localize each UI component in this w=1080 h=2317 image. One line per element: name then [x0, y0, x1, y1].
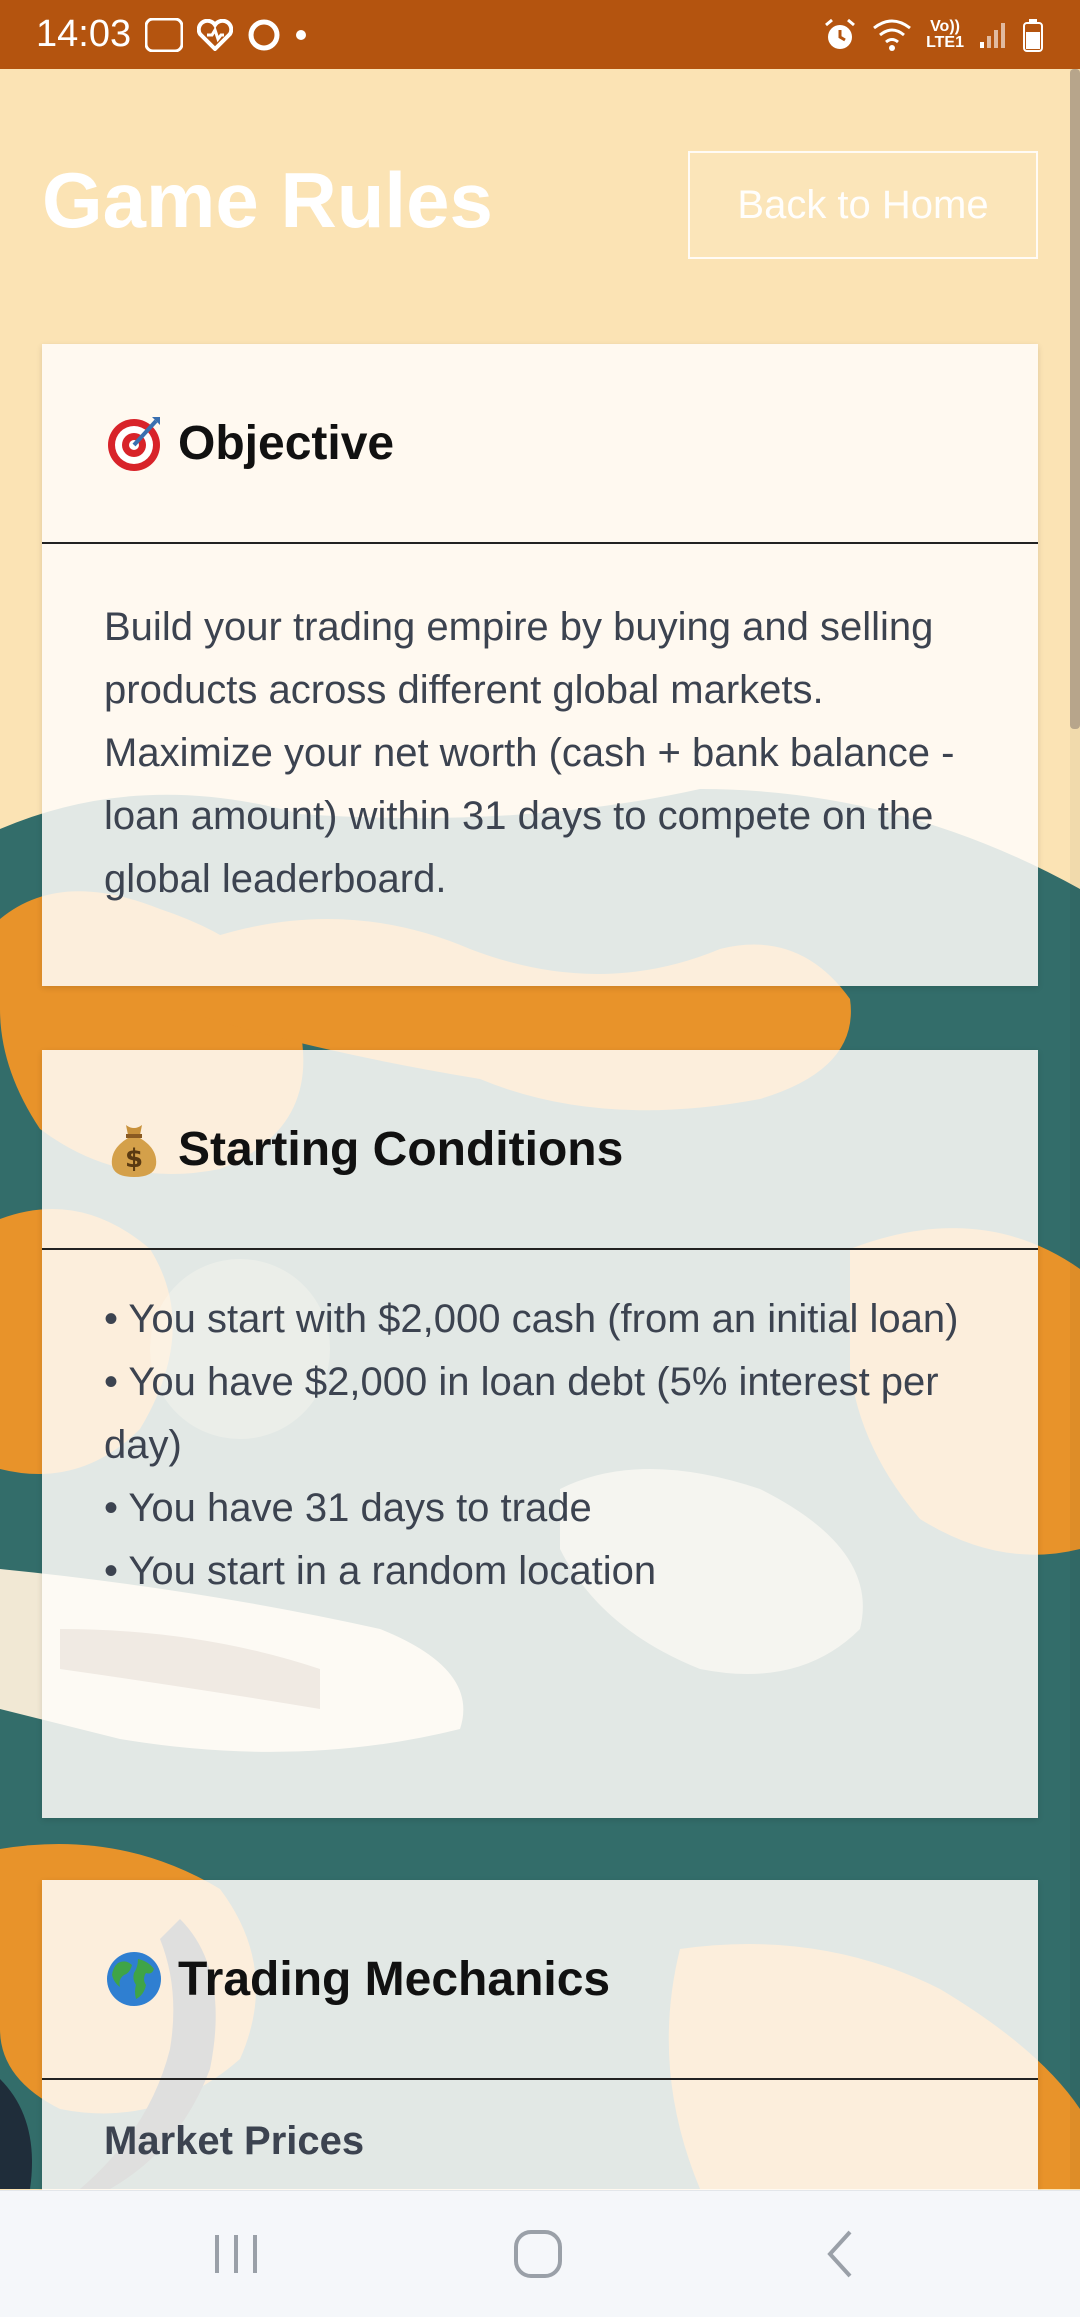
list-item: • You start with $2,000 cash (from an in… [104, 1297, 959, 1341]
back-to-home-button[interactable]: Back to Home [688, 151, 1038, 259]
dot-indicator [295, 29, 307, 41]
page-title: Game Rules [42, 156, 493, 244]
back-icon [827, 2230, 852, 2278]
home-icon [514, 2230, 562, 2278]
objective-text: Build your trading empire by buying and … [104, 605, 955, 901]
trading-mechanics-header: Trading Mechanics [42, 1880, 1038, 2080]
alarm-icon [822, 17, 858, 53]
globe-icon [107, 1952, 161, 2006]
target-icon [108, 417, 160, 471]
volte-icon: Vo)) LTE1 [926, 17, 964, 51]
signal-icon [978, 20, 1008, 50]
starting-conditions-body: • You start with $2,000 cash (from an in… [42, 1250, 1038, 1643]
objective-title: Objective [178, 416, 395, 470]
status-time: 14:03 [36, 13, 132, 55]
back-button[interactable] [760, 2191, 920, 2317]
scrollbar-thumb[interactable] [1070, 69, 1080, 729]
recent-apps-button[interactable] [156, 2191, 316, 2317]
wifi-icon [872, 18, 912, 52]
money-bag-icon: $ [111, 1125, 157, 1177]
volte-label-bottom: LTE1 [926, 33, 964, 51]
starting-conditions-card: $ Starting Conditions • You start with $… [42, 1050, 1038, 1818]
system-navigation-bar [0, 2190, 1080, 2317]
ring-icon [145, 17, 184, 52]
svg-text:$: $ [125, 1144, 143, 1174]
list-item: • You have $2,000 in loan debt (5% inter… [104, 1360, 939, 1467]
home-button[interactable] [458, 2191, 618, 2317]
status-bar: 14:03 Vo)) LTE1 [0, 0, 1080, 69]
market-prices-subheading: Market Prices [104, 2119, 365, 2163]
objective-card: Objective Build your trading empire by b… [42, 344, 1038, 986]
heart-app-icon [197, 18, 234, 51]
objective-body: Build your trading empire by buying and … [42, 544, 1038, 951]
objective-card-header: Objective [42, 344, 1038, 544]
trading-mechanics-title: Trading Mechanics [178, 1952, 611, 2006]
volte-label-top: Vo)) [930, 17, 960, 35]
starting-conditions-title: Starting Conditions [178, 1122, 624, 1176]
list-item: • You have 31 days to trade [104, 1486, 592, 1530]
circle-app-icon [247, 18, 281, 52]
list-item: • You start in a random location [104, 1549, 657, 1593]
starting-conditions-header: $ Starting Conditions [42, 1050, 1038, 1250]
battery-icon [1022, 18, 1044, 52]
recent-apps-icon [215, 2235, 257, 2273]
